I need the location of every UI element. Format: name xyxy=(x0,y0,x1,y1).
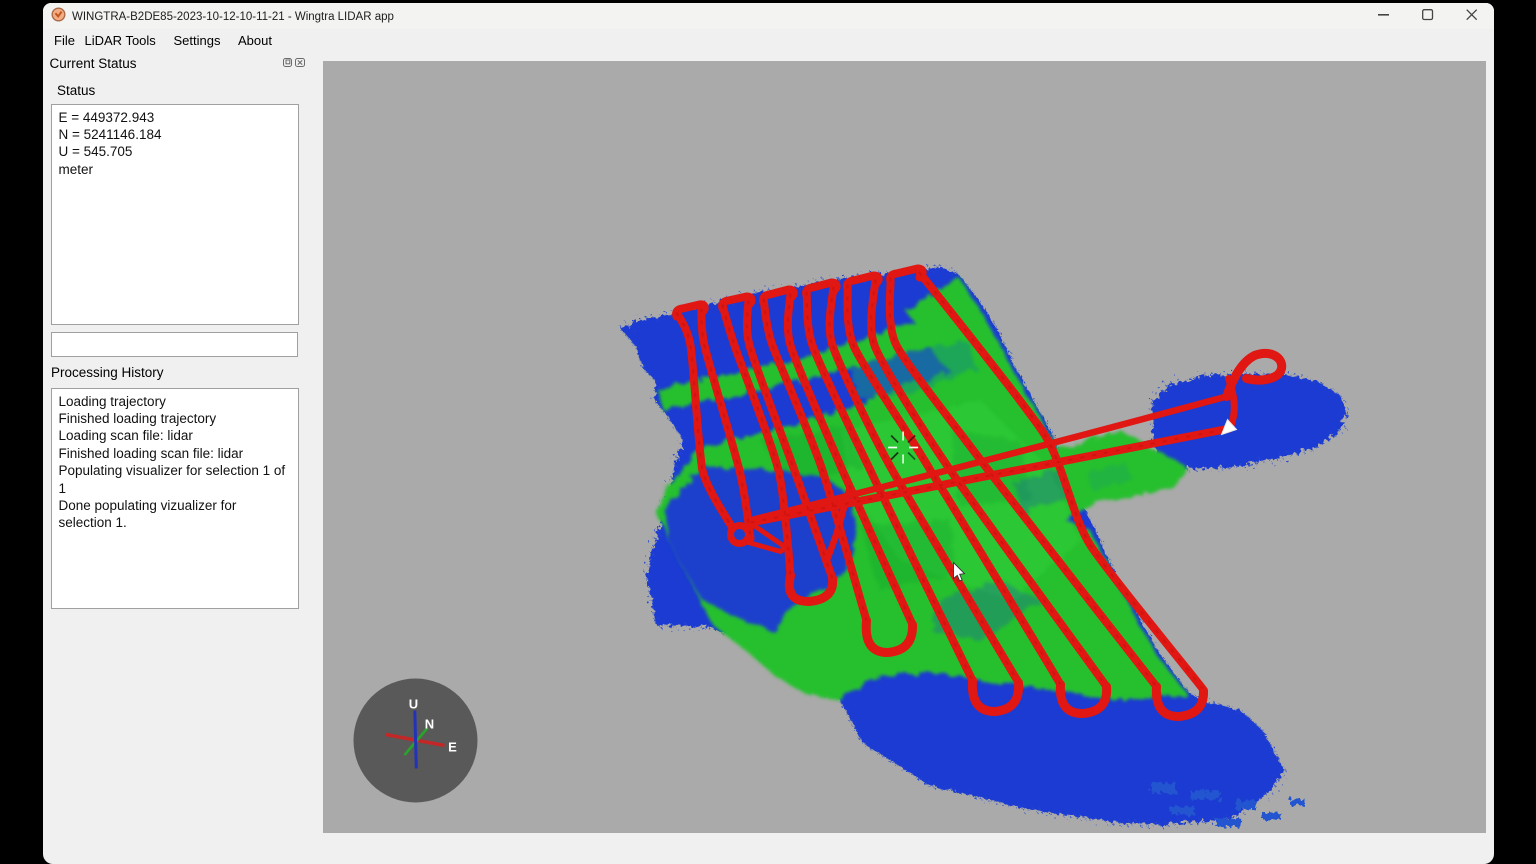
svg-text:N: N xyxy=(424,716,433,731)
svg-text:U: U xyxy=(408,696,417,711)
svg-text:E: E xyxy=(448,739,457,754)
